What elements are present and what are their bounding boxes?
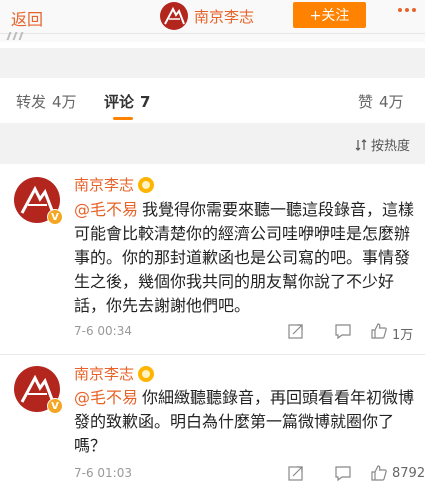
sort-bar: 按热度	[0, 123, 425, 164]
section-divider	[0, 48, 425, 78]
comment-icon[interactable]	[334, 322, 352, 340]
comment-time: 7-6 01:03	[74, 466, 132, 480]
sort-icon	[355, 138, 367, 151]
tab-likes-label: 赞	[358, 93, 374, 111]
quoted-content-edge	[0, 32, 425, 42]
member-medal-icon	[138, 365, 155, 382]
sort-label: 按热度	[370, 139, 410, 154]
mention-link[interactable]: @毛不易	[74, 200, 138, 219]
active-tab-indicator	[113, 117, 133, 120]
like-icon[interactable]	[370, 464, 388, 482]
more-dots-icon[interactable]	[398, 8, 416, 12]
comment-meta: 7-6 00:34 1万	[74, 322, 417, 343]
verified-badge-icon: V	[47, 398, 63, 414]
comment-author-name[interactable]: 南京李志	[74, 363, 134, 384]
account-name[interactable]: 南京李志	[194, 6, 254, 27]
like-count: 1万	[392, 328, 414, 343]
member-medal-icon	[138, 176, 155, 193]
account-avatar[interactable]	[160, 2, 188, 30]
avatar-logo-icon	[164, 6, 185, 25]
comment-item: V 南京李志 @毛不易 你細緻聽聽錄音，再回頭看看年初微博發的致歉函。明白為什麼第…	[0, 356, 425, 484]
back-button[interactable]: 返回	[11, 6, 43, 30]
share-icon[interactable]	[287, 464, 305, 482]
share-icon[interactable]	[287, 322, 305, 340]
tab-repost-count: 4万	[52, 93, 77, 111]
tab-comments-count: 7	[140, 93, 151, 111]
tab-bar: 转发 4万 评论 7 赞 4万	[0, 78, 425, 123]
tab-repost[interactable]: 转发 4万	[16, 91, 77, 112]
tab-likes[interactable]: 赞 4万	[358, 91, 404, 112]
account-header[interactable]: 南京李志	[160, 1, 254, 31]
comment-icon[interactable]	[334, 464, 352, 482]
comment-meta: 7-6 01:03 8792	[74, 464, 425, 484]
comment-author-name[interactable]: 南京李志	[74, 174, 134, 195]
like-icon[interactable]	[370, 322, 388, 340]
verified-badge-icon: V	[47, 209, 63, 225]
tab-repost-label: 转发	[16, 93, 47, 111]
top-bar: 返回 南京李志 +关注	[0, 0, 425, 34]
tab-comments[interactable]: 评论 7	[104, 91, 150, 112]
comment-text: @毛不易 你細緻聽聽錄音，再回頭看看年初微博發的致歉函。明白為什麼第一篇微博就圈你…	[74, 386, 417, 458]
sort-by-heat-button[interactable]: 按热度	[355, 135, 410, 154]
comment-author[interactable]: 南京李志	[74, 174, 155, 195]
tab-likes-count: 4万	[379, 93, 404, 111]
comment-text: @毛不易 我覺得你需要來聽一聽這段錄音，這樣可能會比較清楚你的經濟公司哇咿咿哇是怎…	[74, 198, 417, 318]
comment-author[interactable]: 南京李志	[74, 363, 155, 384]
like-count: 8792	[392, 466, 425, 481]
tab-comments-label: 评论	[104, 93, 135, 111]
mention-link[interactable]: @毛不易	[74, 388, 138, 407]
follow-button[interactable]: +关注	[293, 2, 366, 28]
comment-time: 7-6 00:34	[74, 324, 132, 338]
comment-item: V 南京李志 @毛不易 我覺得你需要來聽一聽這段錄音，這樣可能會比較清楚你的經濟公…	[0, 164, 425, 355]
